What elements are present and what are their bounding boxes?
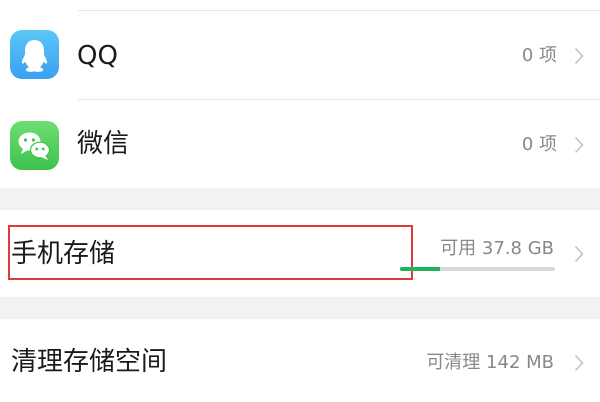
chevron-right-icon: [574, 245, 584, 263]
storage-usage-bar: [400, 267, 555, 271]
clean-storage-label: 清理存储空间: [11, 347, 168, 377]
app-name-wechat: 微信: [77, 129, 130, 159]
app-row-qq[interactable]: QQ 0 项: [0, 12, 600, 100]
phone-storage-row[interactable]: 手机存储 可用 37.8 GB: [0, 210, 600, 297]
storage-settings-screen: QQ 0 项 微信 0 项 手机存储 可用 37.8 GB 清理存储空间 可清理…: [0, 0, 600, 402]
app-item-count: 0 项: [521, 134, 557, 155]
clean-storage-row[interactable]: 清理存储空间 可清理 142 MB: [0, 319, 600, 402]
section-separator: [0, 297, 600, 319]
storage-available-text: 可用 37.8 GB: [440, 238, 554, 259]
phone-storage-label: 手机存储: [11, 239, 116, 269]
chevron-right-icon: [574, 354, 584, 372]
divider: [78, 99, 600, 100]
qq-penguin-icon: [10, 30, 59, 79]
app-item-count: 0 项: [521, 45, 557, 66]
wechat-bubbles-icon: [10, 121, 59, 170]
cleanable-size-text: 可清理 142 MB: [426, 352, 554, 373]
app-row-wechat[interactable]: 微信 0 项: [0, 101, 600, 188]
divider: [78, 10, 600, 11]
app-name-qq: QQ: [77, 41, 118, 71]
storage-usage-fill: [400, 267, 441, 271]
chevron-right-icon: [574, 136, 584, 154]
section-separator: [0, 188, 600, 210]
chevron-right-icon: [574, 47, 584, 65]
